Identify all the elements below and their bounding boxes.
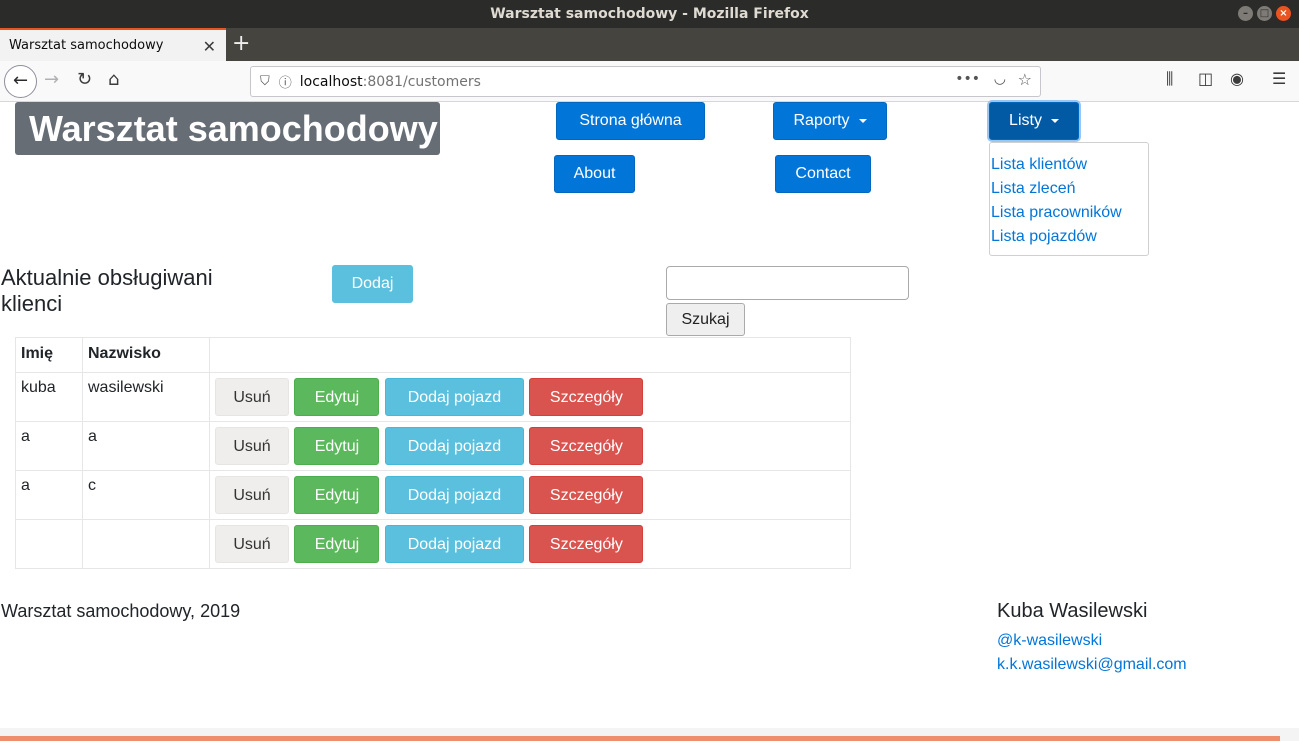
pocket-icon[interactable]: ◡ [994,71,1006,87]
tab-close-icon[interactable]: ✕ [203,37,216,56]
cell-actions: Usuń Edytuj Dodaj pojazd Szczegóły [209,421,851,471]
sidebar-icon[interactable]: ◫ [1198,69,1213,88]
reports-label: Raporty [793,112,850,129]
home-icon[interactable]: ⌂ [108,69,119,90]
cell-last-name: a [82,421,210,471]
maximize-icon[interactable]: □ [1257,6,1272,21]
close-window-icon[interactable]: × [1276,6,1291,21]
edit-button[interactable]: Edytuj [294,476,380,514]
back-icon[interactable]: ← [4,65,37,98]
footer-github-link[interactable]: @k-wasilewski [997,632,1102,650]
details-button[interactable]: Szczegóły [529,378,644,416]
search-button[interactable]: Szukaj [666,303,745,336]
delete-button[interactable]: Usuń [215,525,289,563]
about-label: About [573,165,616,182]
menu-icon[interactable]: ☰ [1272,69,1286,88]
bottom-accent-line [0,736,1280,741]
details-button[interactable]: Szczegóły [529,427,644,465]
bookmark-star-icon[interactable]: ☆ [1018,70,1032,89]
column-header-last-name: Nazwisko [82,337,210,373]
lists-dropdown-menu: Lista klientów Lista zleceń Lista pracow… [989,142,1149,256]
tab-title: Warsztat samochodowy [9,38,164,53]
chevron-down-icon [1050,119,1059,123]
delete-button[interactable]: Usuń [215,378,289,416]
table-row: a a Usuń Edytuj Dodaj pojazd Szczegóły [15,421,851,471]
edit-button[interactable]: Edytuj [294,525,380,563]
site-brand[interactable]: Warsztat samochodowy [15,102,440,155]
add-customer-label: Dodaj [351,275,394,292]
url-bar[interactable]: ⛉ ⓘ localhost:8081/customers ••• ◡ ☆ [250,66,1041,97]
delete-button[interactable]: Usuń [215,427,289,465]
details-button[interactable]: Szczegóły [529,525,644,563]
footer-copyright: Warsztat samochodowy, 2019 [1,601,241,621]
footer-author: Kuba Wasilewski [997,600,1148,622]
lists-dropdown-button[interactable]: Listy [989,102,1079,140]
window-title: Warsztat samochodowy - Mozilla Firefox [490,6,809,22]
menu-item-orders[interactable]: Lista zleceń [990,177,1148,201]
cell-first-name [15,519,83,569]
cell-actions: Usuń Edytuj Dodaj pojazd Szczegóły [209,470,851,520]
info-icon[interactable]: ⓘ [279,72,292,91]
table-row: kuba wasilewski Usuń Edytuj Dodaj pojazd… [15,372,851,422]
home-nav-label: Strona główna [579,112,682,129]
home-nav-button[interactable]: Strona główna [556,102,705,140]
table-header-row: Imię Nazwisko [15,337,851,373]
cell-last-name [82,519,210,569]
forward-icon[interactable]: → [44,69,59,90]
cell-first-name: a [15,421,83,471]
page-title: Aktualnie obsługiwani klienci [1,265,281,317]
add-vehicle-button[interactable]: Dodaj pojazd [384,476,524,514]
page-title-line1: Aktualnie obsługiwani [1,265,213,290]
add-customer-button[interactable]: Dodaj [332,265,413,303]
details-button[interactable]: Szczegóły [529,476,644,514]
cell-first-name: kuba [15,372,83,422]
window-controls: – □ × [1238,6,1291,21]
add-vehicle-button[interactable]: Dodaj pojazd [384,525,524,563]
edit-button[interactable]: Edytuj [294,378,380,416]
table-row: a c Usuń Edytuj Dodaj pojazd Szczegóły [15,470,851,520]
contact-button[interactable]: Contact [775,155,871,193]
cell-last-name: wasilewski [82,372,210,422]
customers-table: Imię Nazwisko kuba wasilewski Usuń Edytu… [15,337,851,569]
page-actions-icon[interactable]: ••• [955,71,980,87]
footer-email-link[interactable]: k.k.wasilewski@gmail.com [997,656,1187,674]
cell-first-name: a [15,470,83,520]
account-icon[interactable]: ◉ [1230,69,1244,88]
edit-button[interactable]: Edytuj [294,427,380,465]
browser-tab[interactable]: Warsztat samochodowy ✕ [0,28,226,61]
url-host: localhost [299,73,363,90]
chevron-down-icon [858,119,867,123]
url-path: :8081/customers [362,73,481,90]
minimize-icon[interactable]: – [1238,6,1253,21]
column-header-first-name: Imię [15,337,83,373]
reload-icon[interactable]: ↻ [77,69,92,90]
about-button[interactable]: About [554,155,635,193]
cell-last-name: c [82,470,210,520]
cell-actions: Usuń Edytuj Dodaj pojazd Szczegóły [209,372,851,422]
reports-dropdown-button[interactable]: Raporty [773,102,887,140]
table-row: Usuń Edytuj Dodaj pojazd Szczegóły [15,519,851,569]
contact-label: Contact [795,165,851,182]
menu-item-vehicles[interactable]: Lista pojazdów [990,225,1148,249]
shield-icon[interactable]: ⛉ [260,74,270,89]
add-vehicle-button[interactable]: Dodaj pojazd [384,427,524,465]
library-icon[interactable]: ⫼ [1166,69,1173,89]
cell-actions: Usuń Edytuj Dodaj pojazd Szczegóły [209,519,851,569]
search-input[interactable] [666,266,909,300]
add-vehicle-button[interactable]: Dodaj pojazd [384,378,524,416]
page-title-line2: klienci [1,291,63,316]
browser-toolbar: ← → ↻ ⌂ ⛉ ⓘ localhost:8081/customers •••… [0,61,1299,102]
menu-item-customers[interactable]: Lista klientów [990,153,1148,177]
column-header-actions [209,337,851,373]
tab-bar: Warsztat samochodowy ✕ + [0,28,1299,61]
lists-label: Listy [1009,112,1042,129]
delete-button[interactable]: Usuń [215,476,289,514]
new-tab-icon[interactable]: + [232,31,250,56]
menu-item-employees[interactable]: Lista pracowników [990,201,1148,225]
window-titlebar: Warsztat samochodowy - Mozilla Firefox –… [0,0,1299,28]
